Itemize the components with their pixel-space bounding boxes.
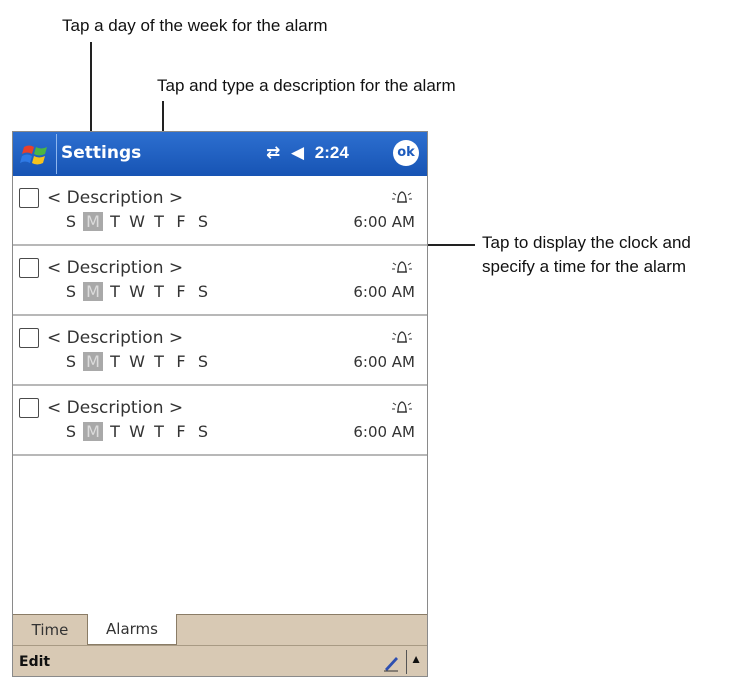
tab-strip: Time Alarms xyxy=(13,614,427,646)
sip-divider xyxy=(406,650,407,674)
day-saturday[interactable]: S xyxy=(193,422,213,441)
day-tuesday[interactable]: T xyxy=(105,282,125,301)
ok-button[interactable]: ok xyxy=(393,140,419,166)
day-wednesday[interactable]: W xyxy=(127,352,147,371)
alarm-row: < Description > SMTWTFS 6:00 AM xyxy=(13,176,427,246)
alarm-description[interactable]: < Description > xyxy=(47,398,183,418)
day-monday[interactable]: M xyxy=(83,352,103,371)
day-sunday[interactable]: S xyxy=(61,282,81,301)
alarm-time[interactable]: 6:00 AM xyxy=(353,353,415,371)
alarm-row: < Description > SMTWTFS 6:00 AM xyxy=(13,316,427,386)
callout-description: Tap and type a description for the alarm xyxy=(157,76,456,95)
day-thursday[interactable]: T xyxy=(149,212,169,231)
day-thursday[interactable]: T xyxy=(149,282,169,301)
up-arrow-icon[interactable]: ▲ xyxy=(410,652,422,666)
day-thursday[interactable]: T xyxy=(149,422,169,441)
day-wednesday[interactable]: W xyxy=(127,282,147,301)
alarm-row: < Description > SMTWTFS 6:00 AM xyxy=(13,246,427,316)
callout-clock-line1: Tap to display the clock and xyxy=(482,233,691,252)
day-sunday[interactable]: S xyxy=(61,212,81,231)
alarm-time[interactable]: 6:00 AM xyxy=(353,423,415,441)
day-selector: SMTWTFS xyxy=(61,422,215,441)
pocketpc-screen: Settings ⇄ ◀ 2:24 ok < Description > SMT… xyxy=(12,131,428,677)
title-bar: Settings ⇄ ◀ 2:24 ok xyxy=(13,132,427,176)
pen-icon[interactable] xyxy=(381,653,401,673)
alarm-bell-icon[interactable] xyxy=(391,398,413,416)
alarm-bell-icon[interactable] xyxy=(391,188,413,206)
windows-flag-icon[interactable] xyxy=(19,138,51,170)
day-saturday[interactable]: S xyxy=(193,352,213,371)
tab-time[interactable]: Time xyxy=(13,615,88,645)
page-title: Settings xyxy=(61,143,142,163)
day-wednesday[interactable]: W xyxy=(127,422,147,441)
day-saturday[interactable]: S xyxy=(193,282,213,301)
day-tuesday[interactable]: T xyxy=(105,422,125,441)
alarm-checkbox[interactable] xyxy=(19,258,39,278)
day-selector: SMTWTFS xyxy=(61,352,215,371)
day-thursday[interactable]: T xyxy=(149,352,169,371)
day-monday[interactable]: M xyxy=(83,422,103,441)
speaker-icon[interactable]: ◀ xyxy=(291,143,304,162)
alarm-checkbox[interactable] xyxy=(19,328,39,348)
day-wednesday[interactable]: W xyxy=(127,212,147,231)
callout-day: Tap a day of the week for the alarm xyxy=(62,16,328,35)
day-saturday[interactable]: S xyxy=(193,212,213,231)
day-friday[interactable]: F xyxy=(171,212,191,231)
day-monday[interactable]: M xyxy=(83,282,103,301)
edit-menu[interactable]: Edit xyxy=(19,654,50,670)
day-selector: SMTWTFS xyxy=(61,282,215,301)
alarm-checkbox[interactable] xyxy=(19,188,39,208)
day-friday[interactable]: F xyxy=(171,422,191,441)
tab-alarms[interactable]: Alarms xyxy=(87,614,177,645)
day-sunday[interactable]: S xyxy=(61,352,81,371)
day-friday[interactable]: F xyxy=(171,282,191,301)
day-sunday[interactable]: S xyxy=(61,422,81,441)
day-selector: SMTWTFS xyxy=(61,212,215,231)
clock-time[interactable]: 2:24 xyxy=(315,143,349,162)
alarm-row: < Description > SMTWTFS 6:00 AM xyxy=(13,386,427,456)
alarm-description[interactable]: < Description > xyxy=(47,258,183,278)
connectivity-icon[interactable]: ⇄ xyxy=(266,143,280,162)
alarm-checkbox[interactable] xyxy=(19,398,39,418)
callout-clock-line2: specify a time for the alarm xyxy=(482,257,687,276)
alarm-time[interactable]: 6:00 AM xyxy=(353,283,415,301)
clock-leader-line xyxy=(424,244,475,246)
day-friday[interactable]: F xyxy=(171,352,191,371)
alarm-time[interactable]: 6:00 AM xyxy=(353,213,415,231)
alarm-bell-icon[interactable] xyxy=(391,328,413,346)
day-monday[interactable]: M xyxy=(83,212,103,231)
alarm-list: < Description > SMTWTFS 6:00 AM < Descri… xyxy=(13,176,427,456)
alarm-description[interactable]: < Description > xyxy=(47,188,183,208)
alarm-bell-icon[interactable] xyxy=(391,258,413,276)
menu-bar: Edit ▲ xyxy=(13,645,427,676)
day-tuesday[interactable]: T xyxy=(105,352,125,371)
status-area: ⇄ ◀ 2:24 xyxy=(266,143,355,163)
day-tuesday[interactable]: T xyxy=(105,212,125,231)
alarm-description[interactable]: < Description > xyxy=(47,328,183,348)
title-divider xyxy=(56,134,57,174)
